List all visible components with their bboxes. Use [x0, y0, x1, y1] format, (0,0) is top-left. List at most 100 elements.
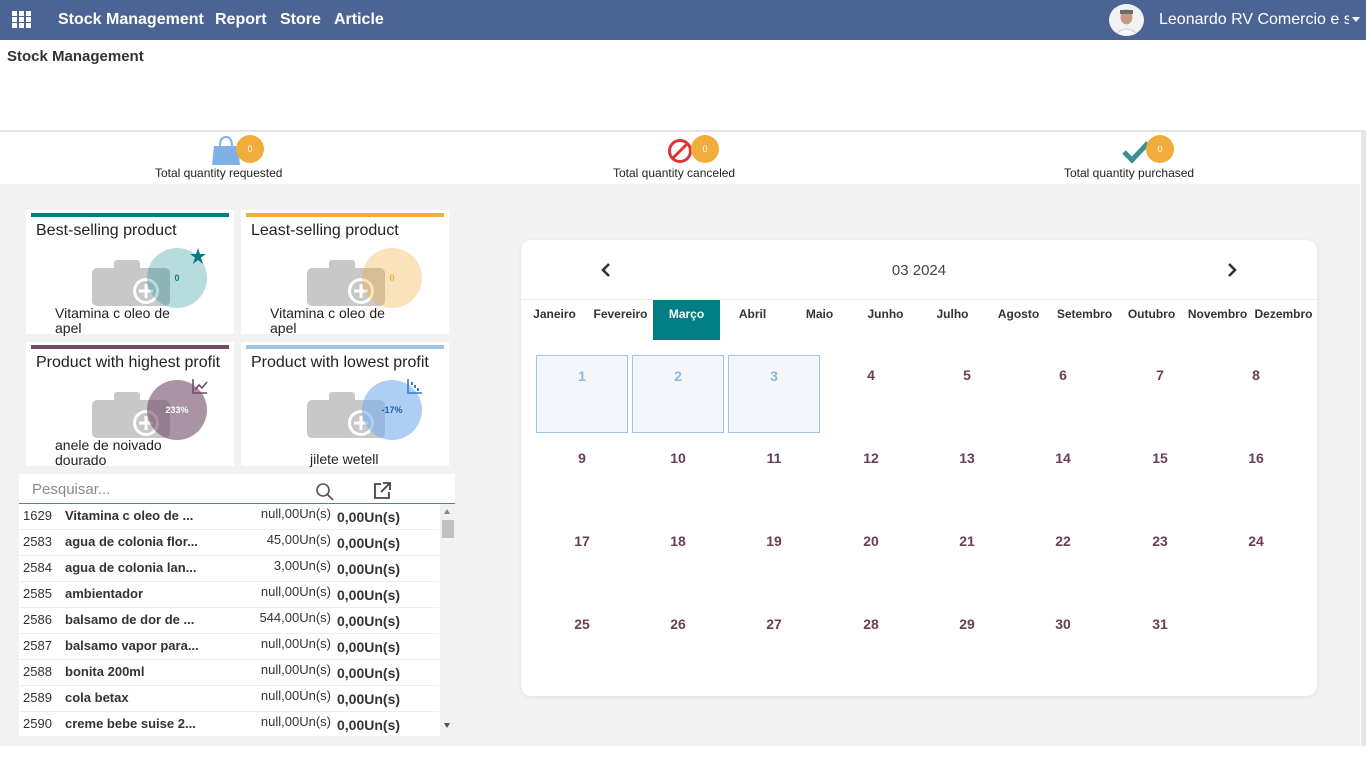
month-2[interactable]: Fevereiro: [587, 300, 654, 340]
month-11[interactable]: Novembro: [1184, 300, 1251, 340]
month-3[interactable]: Março: [653, 300, 720, 340]
day-cell[interactable]: 31: [1114, 604, 1206, 682]
day-cell[interactable]: 6: [1017, 355, 1109, 433]
day-cell[interactable]: 11: [728, 438, 820, 516]
day-cell[interactable]: 15: [1114, 438, 1206, 516]
day-cell[interactable]: 2: [632, 355, 724, 433]
kpi-canceled-value: 0: [691, 135, 719, 163]
chevron-down-icon[interactable]: [1352, 17, 1360, 22]
user-avatar[interactable]: [1109, 4, 1144, 36]
day-cell[interactable]: 25: [536, 604, 628, 682]
card-product-name: Vitamina c oleo de apel: [270, 305, 385, 336]
calendar-panel: 03 2024 Janeiro Fevereiro Março Abril Maio Ju…: [521, 240, 1317, 696]
card-least-selling[interactable]: Least-selling product 0 Vitamina c oleo …: [241, 210, 449, 336]
page-title: Stock Management: [7, 48, 144, 65]
kpi-requested-value: 0: [236, 135, 264, 163]
month-5[interactable]: Maio: [786, 300, 853, 340]
month-12[interactable]: Dezembro: [1250, 300, 1317, 340]
day-cell[interactable]: 12: [825, 438, 917, 516]
product-name: ambientador: [65, 586, 144, 601]
day-cell[interactable]: 20: [825, 521, 917, 599]
product-code: 1629: [23, 508, 52, 523]
table-row[interactable]: 2584 agua de colonia lan... 3,00Un(s) 0,00U…: [19, 556, 439, 582]
menu-store[interactable]: Store: [280, 11, 321, 29]
day-cell[interactable]: 22: [1017, 521, 1109, 599]
product-name: bonita 200ml: [65, 664, 145, 679]
table-row[interactable]: 2586 balsamo de dor de ... 544,00Un(s) 0,00…: [19, 608, 439, 634]
day-cell[interactable]: 3: [728, 355, 820, 433]
product-quantity: null,00Un(s): [260, 688, 331, 703]
product-quantity: 45,00Un(s): [266, 532, 331, 547]
table-row[interactable]: 2583 agua de colonia flor... 45,00Un(s) 0,0…: [19, 530, 439, 556]
menu-report[interactable]: Report: [215, 11, 267, 29]
day-cell[interactable]: 24: [1210, 521, 1302, 599]
product-table: 1629 Vitamina c oleo de ... null,00Un(s) 0,…: [19, 504, 439, 736]
user-name[interactable]: Leonardo RV Comercio e serviços: [1159, 11, 1349, 29]
product-list-panel: 1629 Vitamina c oleo de ... null,00Un(s) 0,…: [19, 474, 455, 736]
table-row[interactable]: 2585 ambientador null,00Un(s) 0,00Un(s): [19, 582, 439, 608]
card-product-name: anele de noivado dourado: [55, 437, 162, 468]
month-7[interactable]: Julho: [919, 300, 986, 340]
day-cell[interactable]: 5: [921, 355, 1013, 433]
day-cell[interactable]: 21: [921, 521, 1013, 599]
day-cell[interactable]: 13: [921, 438, 1013, 516]
day-cell[interactable]: 18: [632, 521, 724, 599]
chevron-right-icon[interactable]: [1224, 262, 1240, 278]
day-cell[interactable]: 10: [632, 438, 724, 516]
product-name: balsamo de dor de ...: [65, 612, 195, 627]
day-cell[interactable]: 16: [1210, 438, 1302, 516]
app-brand[interactable]: Stock Management: [58, 11, 204, 29]
search-icon[interactable]: [315, 482, 335, 502]
menu-article[interactable]: Article: [334, 11, 384, 29]
day-cell[interactable]: 9: [536, 438, 628, 516]
day-cell[interactable]: 26: [632, 604, 724, 682]
product-code: 2586: [23, 612, 52, 627]
day-cell[interactable]: 30: [1017, 604, 1109, 682]
day-cell[interactable]: 23: [1114, 521, 1206, 599]
card-best-selling[interactable]: Best-selling product 0 Vitamina c oleo d…: [26, 210, 234, 336]
scroll-down-icon[interactable]: [444, 723, 450, 728]
table-row[interactable]: 1629 Vitamina c oleo de ... null,00Un(s) 0,…: [19, 504, 439, 530]
day-cell[interactable]: 19: [728, 521, 820, 599]
card-accent-bar: [246, 213, 444, 217]
table-row[interactable]: 2588 bonita 200ml null,00Un(s) 0,00Un(s): [19, 660, 439, 686]
product-name: cola betax: [65, 690, 129, 705]
card-highest-profit[interactable]: Product with highest profit 233% anele d…: [26, 342, 234, 468]
table-row[interactable]: 2589 cola betax null,00Un(s) 0,00Un(s): [19, 686, 439, 712]
day-cell[interactable]: 29: [921, 604, 1013, 682]
month-4[interactable]: Abril: [719, 300, 786, 340]
product-total: 0,00Un(s): [337, 561, 401, 577]
line-chart-icon: [192, 379, 208, 394]
month-1[interactable]: Janeiro: [521, 300, 588, 340]
kpi-canceled-label: Total quantity canceled: [613, 166, 736, 180]
table-row[interactable]: 2590 creme bebe suise 2... null,00Un(s) 0,0…: [19, 712, 439, 736]
day-cell[interactable]: 7: [1114, 355, 1206, 433]
scroll-up-icon[interactable]: [444, 509, 450, 514]
card-lowest-profit[interactable]: Product with lowest profit -17% jilete w…: [241, 342, 449, 467]
product-code: 2584: [23, 560, 52, 575]
month-9[interactable]: Setembro: [1051, 300, 1118, 340]
product-quantity: 544,00Un(s): [259, 610, 331, 625]
month-6[interactable]: Junho: [852, 300, 919, 340]
product-name: agua de colonia lan...: [65, 560, 197, 575]
day-cell[interactable]: 1: [536, 355, 628, 433]
day-cell[interactable]: 8: [1210, 355, 1302, 433]
apps-grid-icon[interactable]: [12, 11, 32, 29]
chevron-left-icon[interactable]: [598, 262, 614, 278]
table-row[interactable]: 2587 balsamo vapor para... null,00Un(s) 0,0…: [19, 634, 439, 660]
day-cell[interactable]: 4: [825, 355, 917, 433]
kpi-band: 0 Total quantity requested 0 Total quant…: [0, 130, 1366, 184]
list-scrollbar[interactable]: [440, 504, 455, 736]
scroll-thumb[interactable]: [442, 520, 454, 538]
product-total: 0,00Un(s): [337, 717, 401, 733]
day-cell[interactable]: 17: [536, 521, 628, 599]
page-scrollbar[interactable]: [1361, 130, 1366, 746]
day-cell[interactable]: 27: [728, 604, 820, 682]
day-cell[interactable]: 28: [825, 604, 917, 682]
external-link-icon[interactable]: [372, 481, 392, 501]
product-total: 0,00Un(s): [337, 509, 401, 525]
day-cell[interactable]: 14: [1017, 438, 1109, 516]
month-10[interactable]: Outubro: [1118, 300, 1185, 340]
product-quantity: null,00Un(s): [260, 584, 331, 599]
month-8[interactable]: Agosto: [985, 300, 1052, 340]
